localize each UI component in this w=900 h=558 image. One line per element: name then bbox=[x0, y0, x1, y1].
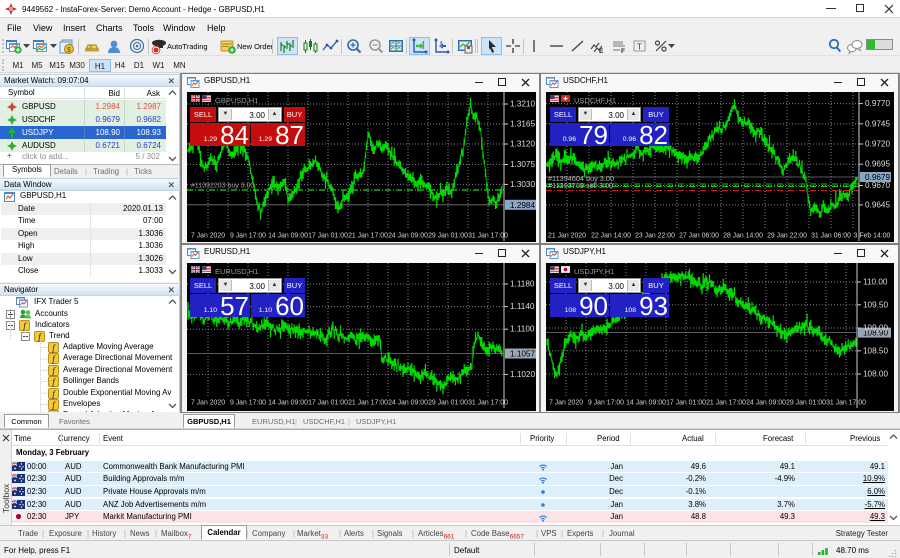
svg-text:7 Jan 2020: 7 Jan 2020 bbox=[549, 400, 583, 407]
svg-text:31 Jan 17:00: 31 Jan 17:00 bbox=[468, 233, 508, 240]
svg-text:17 Jan 01:00: 17 Jan 01:00 bbox=[308, 233, 348, 240]
svg-text:9 Jan 17:00: 9 Jan 17:00 bbox=[230, 233, 266, 240]
svg-text:28 Jan 14:00: 28 Jan 14:00 bbox=[723, 233, 763, 240]
svg-text:14 Jan 09:00: 14 Jan 09:00 bbox=[268, 233, 308, 240]
svg-text:29 Jan 01:00: 29 Jan 01:00 bbox=[428, 233, 468, 240]
svg-text:22 Jan 14:00: 22 Jan 14:00 bbox=[591, 233, 631, 240]
svg-text:31 Jan 06:00: 31 Jan 06:00 bbox=[811, 233, 851, 240]
svg-text:21 Jan 2020: 21 Jan 2020 bbox=[548, 233, 586, 240]
svg-text:31 Jan 17:00: 31 Jan 17:00 bbox=[826, 400, 866, 407]
svg-text:1.1180: 1.1180 bbox=[510, 280, 535, 289]
svg-text:9 Jan 17:00: 9 Jan 17:00 bbox=[588, 400, 624, 407]
svg-text:1.1020: 1.1020 bbox=[510, 370, 535, 379]
svg-text:24 Jan 09:00: 24 Jan 09:00 bbox=[388, 233, 428, 240]
svg-text:27 Jan 06:00: 27 Jan 06:00 bbox=[679, 233, 719, 240]
svg-text:0.9745: 0.9745 bbox=[865, 119, 890, 128]
svg-text:29 Jan 01:00: 29 Jan 01:00 bbox=[786, 400, 826, 407]
svg-text:21 Jan 17:00: 21 Jan 17:00 bbox=[706, 400, 746, 407]
svg-text:3 Feb 14:00: 3 Feb 14:00 bbox=[854, 233, 891, 240]
svg-text:24 Jan 09:00: 24 Jan 09:00 bbox=[746, 400, 786, 407]
svg-text:17 Jan 01:00: 17 Jan 01:00 bbox=[666, 400, 706, 407]
svg-text:7 Jan 2020: 7 Jan 2020 bbox=[191, 400, 225, 407]
svg-text:1.3120: 1.3120 bbox=[510, 140, 535, 149]
svg-text:0.9645: 0.9645 bbox=[865, 200, 890, 209]
svg-text:0.9670: 0.9670 bbox=[865, 181, 890, 190]
svg-text:1.1100: 1.1100 bbox=[510, 325, 535, 334]
svg-text:1.3075: 1.3075 bbox=[510, 160, 535, 169]
svg-text:$: $ bbox=[67, 47, 71, 54]
svg-text:0.9770: 0.9770 bbox=[865, 99, 890, 108]
svg-text:#11393719 sell 3.00: #11393719 sell 3.00 bbox=[548, 181, 613, 190]
svg-text:21 Jan 17:00: 21 Jan 17:00 bbox=[348, 400, 388, 407]
svg-text:0.9695: 0.9695 bbox=[865, 160, 890, 169]
svg-text:110.00: 110.00 bbox=[863, 278, 888, 287]
svg-text:108.50: 108.50 bbox=[863, 346, 888, 355]
svg-text:14 Jan 09:00: 14 Jan 09:00 bbox=[626, 400, 666, 407]
svg-text:1.3165: 1.3165 bbox=[510, 120, 535, 129]
svg-text:29 Jan 22:00: 29 Jan 22:00 bbox=[767, 233, 807, 240]
svg-text:14 Jan 09:00: 14 Jan 09:00 bbox=[268, 400, 308, 407]
svg-text:21 Jan 17:00: 21 Jan 17:00 bbox=[348, 233, 388, 240]
svg-text:109.50: 109.50 bbox=[863, 300, 888, 309]
svg-text:1.3210: 1.3210 bbox=[510, 100, 535, 109]
svg-text:7 Jan 2020: 7 Jan 2020 bbox=[191, 233, 225, 240]
svg-text:0.9720: 0.9720 bbox=[865, 140, 890, 149]
svg-text:F: F bbox=[621, 48, 625, 55]
svg-text:1.1057: 1.1057 bbox=[510, 350, 535, 359]
svg-text:31 Jan 17:00: 31 Jan 17:00 bbox=[468, 400, 508, 407]
svg-text:E: E bbox=[599, 48, 604, 55]
svg-text:24 Jan 09:00: 24 Jan 09:00 bbox=[388, 400, 428, 407]
svg-text:T: T bbox=[637, 43, 642, 52]
svg-text:17 Jan 01:00: 17 Jan 01:00 bbox=[308, 400, 348, 407]
svg-text:1.1140: 1.1140 bbox=[510, 302, 535, 311]
svg-text:9 Jan 17:00: 9 Jan 17:00 bbox=[230, 400, 266, 407]
svg-text:29 Jan 01:00: 29 Jan 01:00 bbox=[428, 400, 468, 407]
svg-text:108.00: 108.00 bbox=[863, 370, 888, 379]
svg-text:1.2984: 1.2984 bbox=[510, 201, 535, 210]
svg-text:109.00: 109.00 bbox=[863, 324, 888, 333]
svg-text:#11392203 buy 3.00: #11392203 buy 3.00 bbox=[191, 183, 254, 190]
svg-text:23 Jan 22:00: 23 Jan 22:00 bbox=[635, 233, 675, 240]
svg-text:1.3030: 1.3030 bbox=[510, 180, 535, 189]
